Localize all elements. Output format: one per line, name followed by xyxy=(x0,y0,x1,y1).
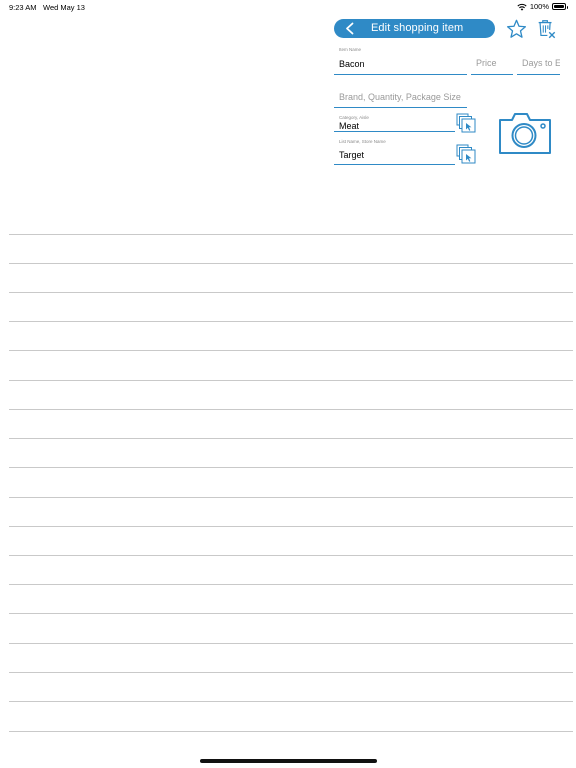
note-line xyxy=(9,438,573,439)
note-line xyxy=(9,555,573,556)
back-button[interactable]: Edit shopping item xyxy=(334,19,495,38)
days-to-expire-field[interactable]: Days to Expire xyxy=(517,46,560,75)
item-name-field[interactable]: Item Name Bacon xyxy=(334,46,467,75)
item-name-label: Item Name xyxy=(339,47,362,52)
battery-icon xyxy=(552,3,568,10)
category-label: Category, Aisle xyxy=(339,115,369,120)
note-line xyxy=(9,526,573,527)
brand-quantity-field[interactable]: Brand, Quantity, Package Size xyxy=(334,84,467,108)
note-line xyxy=(9,263,573,264)
battery-percent: 100% xyxy=(529,2,549,11)
price-field[interactable]: Price xyxy=(471,46,513,75)
category-field[interactable]: Category, Aisle Meat xyxy=(334,113,455,132)
favorite-star-icon[interactable] xyxy=(506,19,527,39)
status-date: Wed May 13 xyxy=(43,3,85,12)
note-line xyxy=(9,234,573,235)
note-line xyxy=(9,672,573,673)
price-placeholder: Price xyxy=(476,58,497,68)
category-value: Meat xyxy=(339,121,360,131)
category-picker-icon[interactable] xyxy=(456,113,476,134)
note-line xyxy=(9,497,573,498)
days-to-expire-placeholder: Days to Expire xyxy=(522,58,560,68)
note-line xyxy=(9,643,573,644)
note-line xyxy=(9,613,573,614)
note-line xyxy=(9,731,573,732)
note-line xyxy=(9,380,573,381)
note-line xyxy=(9,467,573,468)
delete-trash-icon[interactable] xyxy=(535,18,557,40)
camera-icon[interactable] xyxy=(497,111,553,156)
note-line xyxy=(9,321,573,322)
chevron-left-icon xyxy=(346,22,354,35)
list-name-label: List Name, Store Name xyxy=(339,139,386,144)
note-line xyxy=(9,409,573,410)
note-line xyxy=(9,701,573,702)
note-line xyxy=(9,584,573,585)
home-indicator[interactable] xyxy=(200,759,377,763)
list-name-field[interactable]: List Name, Store Name Target xyxy=(334,137,455,165)
status-right: 100% xyxy=(517,2,568,11)
wifi-icon xyxy=(517,3,527,11)
page-title: Edit shopping item xyxy=(371,22,464,34)
note-line xyxy=(9,292,573,293)
list-name-value: Target xyxy=(339,150,365,160)
brand-quantity-placeholder: Brand, Quantity, Package Size xyxy=(339,92,461,102)
note-line xyxy=(9,350,573,351)
item-name-value: Bacon xyxy=(339,59,365,69)
status-bar: 9:23 AM Wed May 13 100% xyxy=(0,0,576,14)
list-picker-icon[interactable] xyxy=(456,144,476,165)
status-time: 9:23 AM xyxy=(9,3,37,12)
